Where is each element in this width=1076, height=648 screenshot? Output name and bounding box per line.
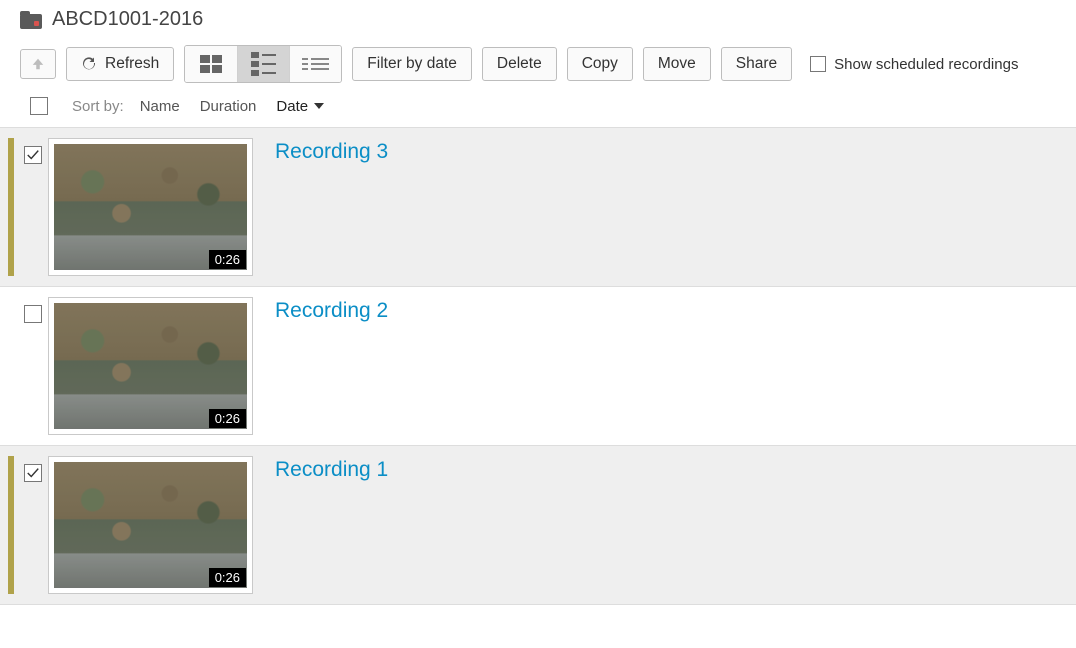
duration-badge: 0:26 (209, 409, 246, 428)
list-icon (302, 58, 329, 70)
recording-title[interactable]: Recording 3 (275, 140, 388, 164)
row-checkbox[interactable] (24, 146, 42, 164)
arrow-up-icon (31, 57, 45, 71)
delete-button[interactable]: Delete (482, 47, 557, 81)
caret-down-icon (314, 103, 324, 109)
refresh-icon (81, 56, 97, 72)
recording-title[interactable]: Recording 1 (275, 458, 388, 482)
view-detail-button[interactable] (237, 46, 289, 82)
row-checkbox[interactable] (24, 305, 42, 323)
thumbnail[interactable]: 0:26 (48, 297, 253, 435)
detail-icon (251, 52, 276, 76)
duration-badge: 0:26 (209, 568, 246, 587)
view-list-button[interactable] (289, 46, 341, 82)
recording-row[interactable]: 0:26 Recording 1 (0, 446, 1076, 605)
sort-name[interactable]: Name (140, 98, 180, 115)
sort-date[interactable]: Date (276, 98, 324, 115)
refresh-label: Refresh (105, 55, 159, 73)
filter-by-date-button[interactable]: Filter by date (352, 47, 472, 81)
move-button[interactable]: Move (643, 47, 711, 81)
show-scheduled-checkbox[interactable] (810, 56, 826, 72)
sort-by-label: Sort by: (72, 98, 124, 115)
thumbnail[interactable]: 0:26 (48, 138, 253, 276)
grid-icon (200, 55, 222, 73)
recording-row[interactable]: 0:26 Recording 3 (0, 128, 1076, 287)
page-title: ABCD1001-2016 (52, 8, 203, 31)
check-icon (26, 148, 40, 162)
selection-edge (8, 456, 14, 594)
view-grid-button[interactable] (185, 46, 237, 82)
recording-row[interactable]: 0:26 Recording 2 (0, 287, 1076, 446)
share-button[interactable]: Share (721, 47, 792, 81)
select-all-checkbox[interactable] (30, 97, 48, 115)
recording-title[interactable]: Recording 2 (275, 299, 388, 323)
check-icon (26, 466, 40, 480)
up-button[interactable] (20, 49, 56, 79)
show-scheduled-label: Show scheduled recordings (834, 56, 1018, 73)
refresh-button[interactable]: Refresh (66, 47, 174, 81)
folder-icon (20, 11, 42, 29)
duration-badge: 0:26 (209, 250, 246, 269)
thumbnail[interactable]: 0:26 (48, 456, 253, 594)
sort-duration[interactable]: Duration (200, 98, 257, 115)
copy-button[interactable]: Copy (567, 47, 633, 81)
selection-edge (8, 138, 14, 276)
row-checkbox[interactable] (24, 464, 42, 482)
view-mode-group (184, 45, 342, 83)
